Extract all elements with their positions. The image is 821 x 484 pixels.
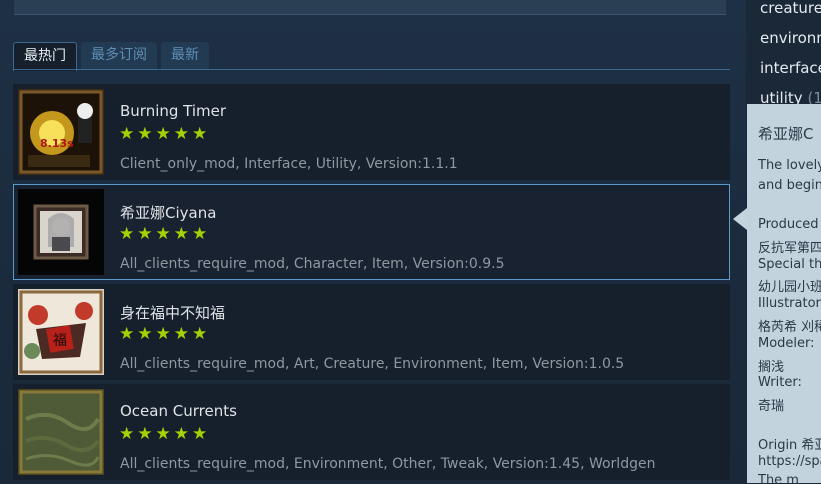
tooltip-line: Modeler: <box>758 336 815 351</box>
tab-most-subscribed[interactable]: 最多订阅 <box>81 42 157 69</box>
list-item[interactable]: Ocean Currents ★★★★★ All_clients_require… <box>13 384 730 480</box>
tooltip-line: 搁浅 <box>758 360 785 375</box>
tooltip-body: 希亚娜C The lovely and begin Produced 反抗军第四… <box>747 104 821 483</box>
item-title[interactable]: 希亚娜Ciyana <box>120 202 216 223</box>
tooltip-line: 奇瑞 <box>758 399 785 414</box>
tab-most-popular[interactable]: 最热门 <box>13 42 77 71</box>
search-bar-strip[interactable] <box>14 0 726 15</box>
tag-filter-interface[interactable]: interface <box>760 59 821 77</box>
tooltip-line: https://spa <box>758 454 821 469</box>
tag-label: interface <box>760 59 821 77</box>
tag-filter-environment[interactable]: environm <box>760 29 821 47</box>
item-tags: All_clients_require_mod, Character, Item… <box>120 256 505 272</box>
item-tags: All_clients_require_mod, Art, Creature, … <box>120 356 625 372</box>
tag-label: creature <box>760 0 821 17</box>
tooltip-line: Illustrator: <box>758 296 821 311</box>
item-title[interactable]: 身在福中不知福 <box>120 302 225 323</box>
rating-stars: ★★★★★ <box>119 224 211 244</box>
list-item[interactable]: 希亚娜Ciyana ★★★★★ All_clients_require_mod,… <box>13 184 730 280</box>
list-item[interactable]: 福 身在福中不知福 ★★★★★ All_clients_require_mod,… <box>13 284 730 380</box>
rating-stars: ★★★★★ <box>119 124 211 144</box>
rating-stars: ★★★★★ <box>119 424 211 444</box>
tooltip-line: The m <box>758 473 799 483</box>
list-item[interactable]: 8.13s Burning Timer ★★★★★ Client_only_mo… <box>13 84 730 180</box>
burning-timer-thumbnail: 8.13s <box>18 89 104 175</box>
tab-divider <box>13 69 730 70</box>
tooltip-line: Writer: <box>758 375 802 390</box>
item-description-tooltip: 希亚娜C The lovely and begin Produced 反抗军第四… <box>747 104 821 483</box>
item-tags: All_clients_require_mod, Environment, Ot… <box>120 456 656 472</box>
ocean-currents-thumbnail <box>18 389 104 475</box>
sort-tabs: 最热门 最多订阅 最新 <box>13 42 209 71</box>
workshop-main-panel: 最热门 最多订阅 最新 8.13s Burning Timer ★★★★★ Cl… <box>0 0 746 483</box>
tooltip-arrow <box>733 208 747 230</box>
item-title[interactable]: Burning Timer <box>120 102 226 120</box>
tooltip-line: The lovely <box>758 158 821 173</box>
ciyana-thumbnail <box>18 189 104 275</box>
rating-stars: ★★★★★ <box>119 324 211 344</box>
tooltip-line: and begin <box>758 178 821 193</box>
tooltip-line: Produced <box>758 217 819 232</box>
tooltip-title: 希亚娜C <box>758 125 814 143</box>
tag-filter-creature[interactable]: creature <box>760 0 821 17</box>
tag-label: environm <box>760 29 821 47</box>
item-title[interactable]: Ocean Currents <box>120 402 237 420</box>
svg-text:福: 福 <box>53 333 67 349</box>
tab-newest[interactable]: 最新 <box>161 42 209 69</box>
tooltip-line: 格芮希 刈稀 <box>758 320 821 335</box>
fortune-thumbnail: 福 <box>18 289 104 375</box>
item-tags: Client_only_mod, Interface, Utility, Ver… <box>120 156 458 172</box>
tooltip-line: 反抗军第四 <box>758 241 821 256</box>
mod-list: 8.13s Burning Timer ★★★★★ Client_only_mo… <box>13 84 730 484</box>
tooltip-line: 幼儿园小班 <box>758 280 821 295</box>
tooltip-line: Origin 希亚 <box>758 438 821 453</box>
svg-text:8.13s: 8.13s <box>40 137 74 150</box>
tooltip-line: Special tha <box>758 257 821 272</box>
